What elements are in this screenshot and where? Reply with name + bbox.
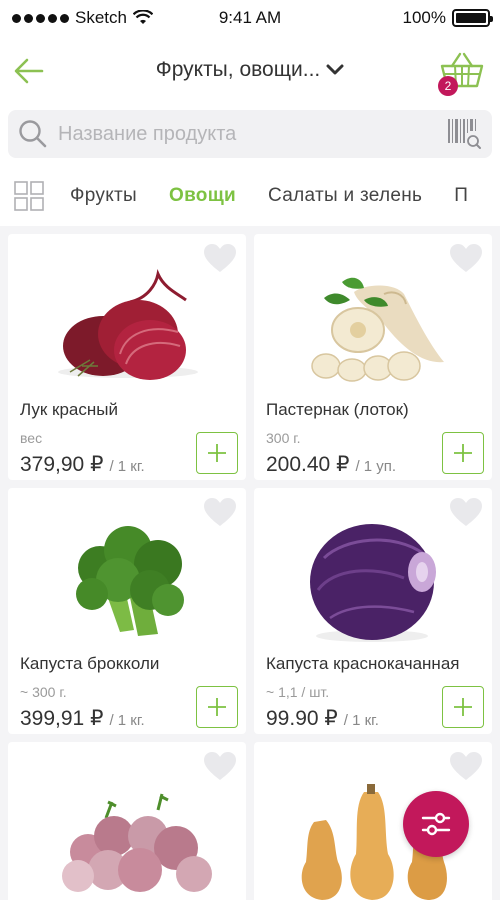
product-price-row: 99.90 ₽ / 1 кг.: [266, 706, 379, 731]
filter-button[interactable]: [403, 791, 469, 857]
product-name: Капуста брокколи: [20, 654, 160, 673]
plus-icon: [454, 444, 472, 462]
barcode-icon[interactable]: [446, 117, 482, 151]
tab-next[interactable]: П: [454, 185, 468, 207]
product-unit: 300 г.: [266, 430, 301, 446]
product-name: Капуста краснокачанная: [266, 654, 460, 673]
carrier-name: Sketch: [75, 8, 127, 27]
product-price: 99.90 ₽: [266, 707, 338, 730]
product-price: 399,91 ₽: [20, 707, 104, 730]
tab-salads-greens[interactable]: Салаты и зелень: [268, 185, 422, 207]
search-bar: [8, 110, 492, 158]
battery-percent: 100%: [402, 8, 446, 27]
add-to-cart-button[interactable]: [196, 432, 238, 474]
add-to-cart-button[interactable]: [442, 432, 484, 474]
product-name: Лук красный: [20, 400, 118, 419]
category-tabs: Фрукты Овощи Салаты и зелень П: [0, 170, 500, 222]
product-unit: ~ 300 г.: [20, 684, 67, 700]
red-cabbage-image: [310, 524, 436, 642]
plus-icon: [454, 698, 472, 716]
product-name: Пастернак (лоток): [266, 400, 409, 419]
red-onion-image: [58, 268, 198, 380]
product-price-per: / 1 уп.: [355, 458, 397, 475]
plus-icon: [208, 698, 226, 716]
parsnip-image: [311, 277, 444, 382]
wifi-icon: [132, 10, 153, 24]
plus-icon: [208, 444, 226, 462]
product-price: 379,90 ₽: [20, 453, 104, 476]
battery-icon: [452, 9, 493, 27]
product-unit: ~ 1,1 / шт.: [266, 684, 330, 700]
product-unit: вес: [20, 430, 43, 446]
signal-dots-icon: [12, 13, 69, 23]
grid-icon[interactable]: [14, 181, 44, 211]
product-price-per: / 1 кг.: [343, 712, 379, 729]
status-left: Sketch: [12, 8, 153, 28]
category-selector[interactable]: Фрукты, овощи...: [0, 58, 500, 82]
status-right: 100%: [402, 8, 493, 28]
search-icon: [19, 120, 47, 148]
search-input[interactable]: [58, 122, 446, 146]
sliders-icon: [421, 812, 451, 836]
tab-fruits[interactable]: Фрукты: [70, 185, 137, 207]
product-price-row: 379,90 ₽ / 1 кг.: [20, 452, 145, 477]
product-card[interactable]: Лук красный вес 379,90 ₽ / 1 кг.: [8, 234, 246, 480]
page-title: Фрукты, овощи...: [155, 58, 321, 81]
product-price-per: / 1 кг.: [109, 458, 145, 475]
cart-button[interactable]: 2: [438, 50, 486, 96]
product-card[interactable]: Пастернак (лоток) 300 г. 200.40 ₽ / 1 уп…: [254, 234, 492, 480]
product-card[interactable]: [8, 742, 246, 900]
product-price-row: 399,91 ₽ / 1 кг.: [20, 706, 145, 731]
product-price-per: / 1 кг.: [109, 712, 145, 729]
turnips-image: [62, 793, 212, 892]
add-to-cart-button[interactable]: [196, 686, 238, 728]
product-price: 200.40 ₽: [266, 453, 350, 476]
product-card[interactable]: Капуста краснокачанная ~ 1,1 / шт. 99.90…: [254, 488, 492, 734]
add-to-cart-button[interactable]: [442, 686, 484, 728]
broccoli-image: [76, 526, 184, 636]
header: Фрукты, овощи... 2: [0, 40, 500, 102]
status-bar: Sketch 9:41 AM 100%: [0, 0, 500, 36]
status-time: 9:41 AM: [218, 8, 282, 27]
chevron-down-icon: [326, 64, 344, 75]
cart-count-badge: 2: [438, 76, 458, 96]
product-card[interactable]: Капуста брокколи ~ 300 г. 399,91 ₽ / 1 к…: [8, 488, 246, 734]
product-price-row: 200.40 ₽ / 1 уп.: [266, 452, 396, 477]
tab-vegetables[interactable]: Овощи: [169, 185, 236, 207]
